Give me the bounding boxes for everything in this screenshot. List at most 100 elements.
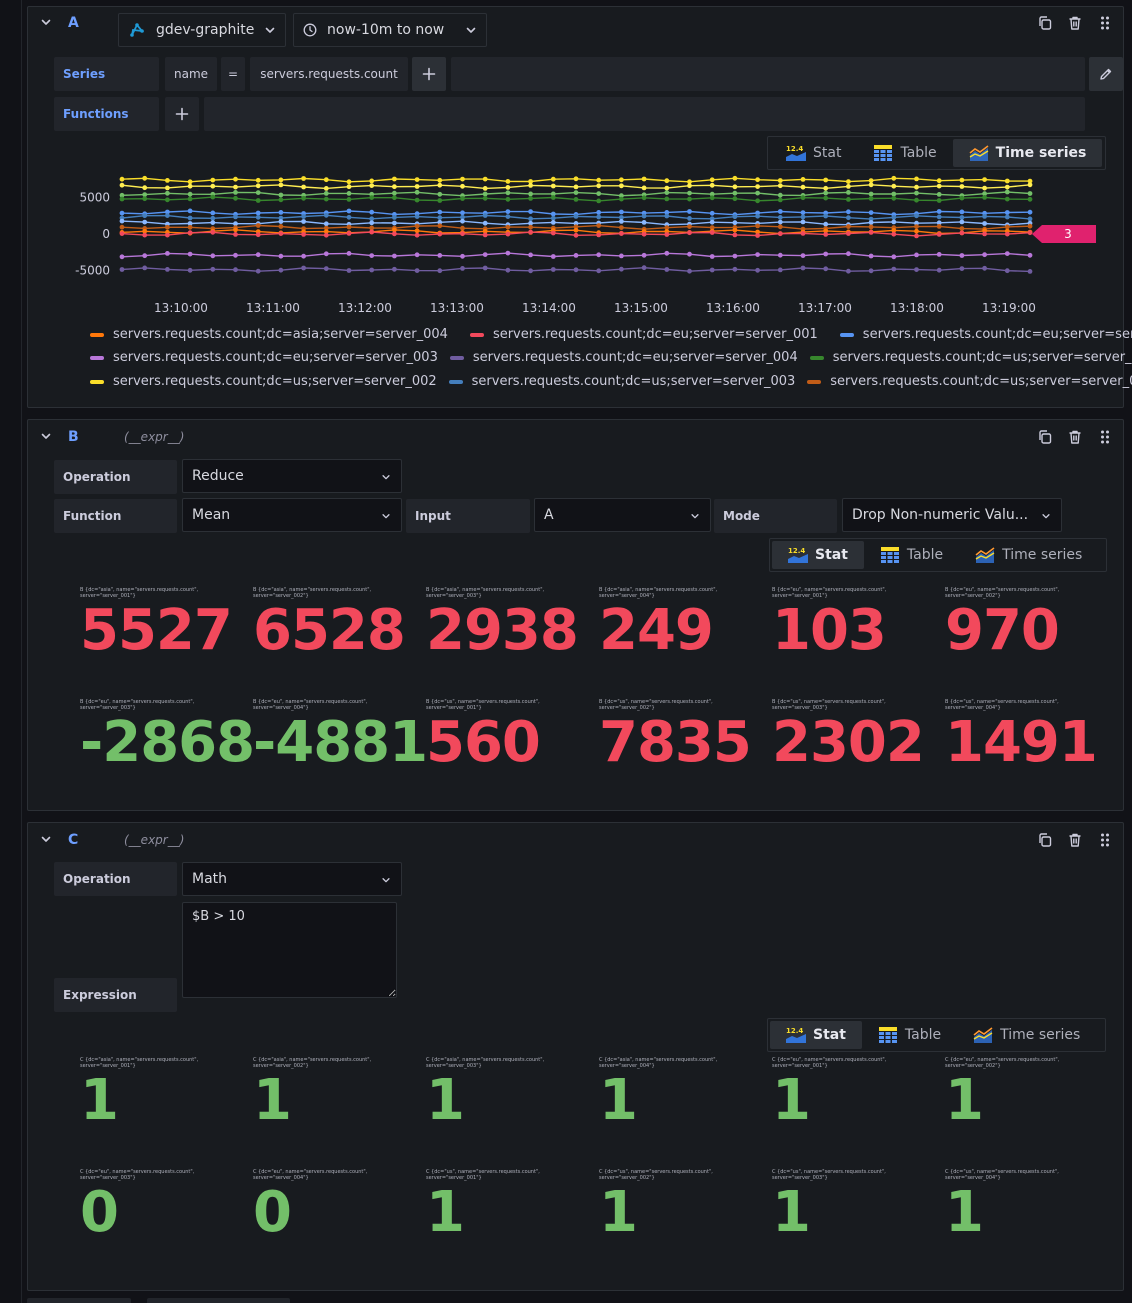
viz-option-stat[interactable]: Stat <box>770 139 857 167</box>
trash-icon[interactable] <box>1067 429 1083 445</box>
data-point <box>982 231 987 237</box>
data-point <box>959 195 965 201</box>
input-label: Input <box>406 499 530 533</box>
function-select[interactable]: Mean <box>182 498 402 532</box>
data-point <box>550 220 556 225</box>
legend-item[interactable]: servers.requests.count;dc=eu;server=serv… <box>449 350 798 365</box>
drag-handle-icon[interactable] <box>1097 15 1113 31</box>
data-point <box>119 231 125 236</box>
data-point <box>187 224 193 230</box>
viz-option-time-series[interactable]: Time series <box>959 541 1098 569</box>
data-point <box>936 267 942 273</box>
operation-select[interactable]: Math <box>182 862 402 896</box>
stat-viz-icon <box>786 1027 806 1043</box>
legend-item[interactable]: servers.requests.count;dc=eu;server=serv… <box>90 350 438 365</box>
stat-value: 1491 <box>945 710 1098 775</box>
tag-operator[interactable]: = <box>221 57 245 91</box>
viz-option-time-series[interactable]: Time series <box>952 139 1103 167</box>
viz-option-table[interactable]: Table <box>862 1021 957 1049</box>
data-point <box>119 176 125 182</box>
query-type-label: (__expr__) <box>124 833 185 847</box>
copy-icon[interactable] <box>1037 832 1053 848</box>
data-point <box>914 176 919 182</box>
data-point <box>369 178 375 184</box>
data-point <box>641 220 647 225</box>
stat-value: 1 <box>80 1068 119 1133</box>
data-point <box>732 232 738 238</box>
stat-viz-icon <box>788 547 808 563</box>
add-tag-button[interactable] <box>412 57 446 91</box>
stat-value: 7835 <box>599 710 752 775</box>
viz-option-stat[interactable]: Stat <box>772 541 864 569</box>
data-point <box>301 214 306 219</box>
data-point <box>165 185 170 191</box>
chevron-down-icon[interactable] <box>40 833 52 845</box>
legend-item[interactable]: servers.requests.count;dc=asia;server=se… <box>90 327 448 342</box>
copy-icon[interactable] <box>1037 15 1053 31</box>
legend-label: servers.requests.count;dc=asia;server=se… <box>113 327 448 342</box>
data-point <box>233 190 238 195</box>
data-point <box>982 195 987 200</box>
data-point <box>868 178 874 183</box>
data-point <box>119 224 125 230</box>
operation-select[interactable]: Reduce <box>182 459 402 493</box>
legend-item[interactable]: servers.requests.count;dc=us;server=serv… <box>90 374 437 389</box>
data-point <box>233 232 238 237</box>
data-point <box>323 186 329 191</box>
data-point <box>119 218 125 224</box>
legend-item[interactable]: servers.requests.count;dc=eu;server=serv… <box>469 327 818 342</box>
trash-icon[interactable] <box>1067 832 1083 848</box>
viz-switcher-b: Stat Table Time series <box>769 538 1107 572</box>
copy-icon[interactable] <box>1037 429 1053 445</box>
x-tick-label: 13:10:00 <box>154 301 208 315</box>
stat-tile: C {dc="eu", name="servers.requests.count… <box>772 1057 942 1131</box>
stat-value: 1 <box>426 1180 465 1245</box>
data-point <box>187 183 193 189</box>
viz-option-table[interactable]: Table <box>857 139 952 167</box>
data-point <box>755 190 760 196</box>
edit-query-button[interactable] <box>1089 57 1123 91</box>
data-point <box>619 225 624 230</box>
query-actions-b <box>1037 429 1113 445</box>
legend-item[interactable]: servers.requests.count;dc=eu;server=serv… <box>839 327 1132 342</box>
legend-item[interactable]: servers.requests.count;dc=us;server=serv… <box>448 374 795 389</box>
data-point <box>1027 216 1033 222</box>
data-point <box>709 177 715 183</box>
data-point <box>936 183 942 189</box>
drag-handle-icon[interactable] <box>1097 832 1113 848</box>
data-point <box>460 253 465 259</box>
query-ref-id[interactable]: B <box>68 429 79 445</box>
stat-tile: C {dc="us", name="servers.requests.count… <box>599 1169 769 1243</box>
input-select[interactable]: A <box>534 498 711 532</box>
functions-filler <box>204 97 1085 131</box>
legend-item[interactable]: servers.requests.count;dc=us;server=serv… <box>807 374 1132 389</box>
legend-item[interactable]: servers.requests.count;dc=us;server=serv… <box>809 350 1132 365</box>
legend-label: servers.requests.count;dc=us;server=serv… <box>830 374 1132 389</box>
add-query-button[interactable] <box>147 1298 290 1303</box>
data-point <box>255 223 261 228</box>
add-expression-button[interactable] <box>27 1298 131 1303</box>
chevron-down-icon[interactable] <box>40 16 52 28</box>
data-point <box>959 226 965 231</box>
time-range-picker[interactable]: now-10m to now <box>293 13 487 47</box>
add-function-button[interactable] <box>165 97 199 131</box>
chevron-down-icon[interactable] <box>40 430 52 442</box>
viz-option-stat[interactable]: Stat <box>770 1021 862 1049</box>
expression-textarea[interactable] <box>182 902 397 998</box>
y-tick-label: 0 <box>102 227 110 241</box>
query-ref-id[interactable]: C <box>68 832 78 848</box>
datasource-picker[interactable]: gdev-graphite <box>118 13 286 47</box>
tag-key[interactable]: name <box>165 57 217 91</box>
trash-icon[interactable] <box>1067 15 1083 31</box>
mode-select[interactable]: Drop Non-numeric Valu... <box>842 498 1062 532</box>
stat-tile: C {dc="us", name="servers.requests.count… <box>426 1169 596 1243</box>
viz-option-time-series[interactable]: Time series <box>957 1021 1096 1049</box>
viz-option-table[interactable]: Table <box>864 541 959 569</box>
stat-value: 1 <box>945 1068 984 1133</box>
data-point <box>573 197 579 202</box>
drag-handle-icon[interactable] <box>1097 429 1113 445</box>
query-ref-id[interactable]: A <box>68 15 79 31</box>
data-point <box>165 232 170 238</box>
tag-value[interactable]: servers.requests.count <box>250 57 408 91</box>
data-point <box>914 233 919 239</box>
